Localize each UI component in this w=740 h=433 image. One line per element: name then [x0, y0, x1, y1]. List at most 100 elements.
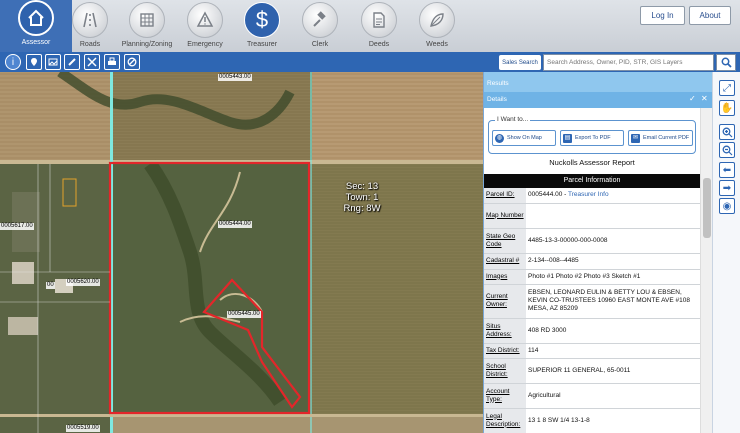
row-value: Agricultural: [526, 383, 700, 409]
row-key: Parcel ID:: [484, 188, 526, 204]
row-value: [526, 203, 700, 229]
document-icon: [361, 2, 397, 38]
show-on-map-button[interactable]: ◍ Show On Map: [492, 130, 556, 146]
pdf-icon: ▤: [563, 133, 572, 143]
map-toolbar: i Sales Search: [0, 52, 740, 72]
nav-weeds[interactable]: Weeds: [401, 2, 473, 52]
sales-search-button[interactable]: Sales Search: [499, 55, 541, 70]
grid-plan-icon: [129, 2, 165, 38]
row-value: EBSEN, LEONARD EULIN & BETTY LOU & EBSEN…: [526, 284, 700, 319]
road-icon: [72, 2, 108, 38]
i-want-to-box: I Want to... ◍ Show On Map ▤ Export To P…: [488, 116, 696, 154]
row-key: Current Owner:: [484, 284, 526, 319]
section-text: Sec: 13: [345, 181, 379, 192]
parcel-label[interactable]: 00: [46, 282, 55, 289]
row-key: Cadastral #: [484, 253, 526, 270]
home-icon: [18, 0, 54, 36]
button-label: Show On Map: [507, 135, 542, 141]
table-row: Account Type: Agricultural: [484, 383, 700, 409]
table-row: Current Owner: EBSEN, LEONARD EULIN & BE…: [484, 284, 700, 319]
images-links[interactable]: Photo #1 Photo #2 Photo #3 Sketch #1: [526, 269, 700, 285]
row-value: SUPERIOR 11 GENERAL, 65-0011: [526, 358, 700, 384]
parcel-label[interactable]: 0005620.00: [66, 279, 100, 286]
row-key: Account Type:: [484, 383, 526, 409]
warning-icon: [187, 2, 223, 38]
parcel-id-value: 0005444.00 -: [528, 191, 567, 199]
parcel-label[interactable]: 0005519.00: [66, 425, 100, 432]
parcel-table: Parcel ID: 0005444.00 - Treasurer Info M…: [484, 188, 700, 433]
row-value: 114: [526, 343, 700, 359]
export-pdf-button[interactable]: ▤ Export To PDF: [560, 130, 624, 146]
parcel-label[interactable]: 0005443.00: [218, 74, 252, 81]
results-header[interactable]: Results: [484, 72, 712, 92]
about-button[interactable]: About: [689, 6, 731, 25]
search-input[interactable]: [543, 54, 714, 71]
parcel-label[interactable]: 0005445.00: [227, 311, 261, 318]
section-township-range-label: Sec: 13 Town: 1 Rng: 8W: [338, 181, 386, 214]
report-title: Nuckolls Assessor Report: [549, 158, 635, 167]
button-label: Email Current PDF: [643, 135, 690, 141]
zoom-out-icon[interactable]: [719, 142, 735, 158]
previous-extent-icon[interactable]: ⬅: [719, 162, 735, 178]
zoom-in-icon[interactable]: [719, 124, 735, 140]
table-row: School District: SUPERIOR 11 GENERAL, 65…: [484, 358, 700, 384]
image-icon[interactable]: [45, 54, 61, 70]
leaf-icon: [419, 2, 455, 38]
township-text: Town: 1: [345, 192, 379, 203]
details-header: Details ✓ ✕: [484, 92, 712, 108]
pan-hand-icon[interactable]: ✋: [719, 100, 735, 116]
close-icon[interactable]: ✕: [701, 94, 708, 103]
row-key: Map Number: [484, 203, 526, 229]
locate-icon[interactable]: ◉: [719, 198, 735, 214]
button-label: Export To PDF: [575, 135, 611, 141]
nav-label: Weeds: [426, 41, 448, 48]
parcel-label[interactable]: 0005444.00: [218, 221, 252, 228]
table-row: Legal Description: 13 1 8 SW 1/4 13-1-8: [484, 408, 700, 433]
row-value: 13 1 8 SW 1/4 13-1-8: [526, 408, 700, 433]
draw-pencil-icon[interactable]: [64, 54, 80, 70]
row-key: Situs Address:: [484, 318, 526, 344]
details-title: Details: [487, 96, 507, 103]
scrollbar-thumb[interactable]: [703, 178, 711, 238]
email-icon: ✉: [631, 133, 640, 143]
dollar-icon: $: [244, 2, 280, 38]
range-text: Rng: 8W: [343, 203, 381, 214]
parcel-information-header: Parcel Information: [484, 174, 700, 188]
table-row: Cadastral # 2-134--008--4485: [484, 253, 700, 270]
treasurer-info-link[interactable]: Treasurer Info: [568, 191, 609, 198]
aerial-map[interactable]: 0005443.00 0005444.00 0005445.00 0005617…: [0, 72, 483, 433]
print-icon[interactable]: [104, 54, 120, 70]
map-tool-rail: ⤢ ✋ ⬅ ➡ ◉: [712, 72, 740, 433]
measure-tools-icon[interactable]: [84, 54, 100, 70]
row-key: Legal Description:: [484, 408, 526, 433]
full-extent-icon[interactable]: ⤢: [719, 80, 735, 96]
details-panel: Results Details ✓ ✕ I Want to... ◍ Show …: [483, 72, 713, 433]
login-button[interactable]: Log In: [640, 6, 685, 25]
next-extent-icon[interactable]: ➡: [719, 180, 735, 196]
search-icon[interactable]: [716, 54, 736, 71]
table-row: State Geo Code 4485-13-3-00000-000-0008: [484, 228, 700, 254]
parcel-label[interactable]: 0005617.00: [0, 223, 34, 230]
row-key: School District:: [484, 358, 526, 384]
row-value: 0005444.00 - Treasurer Info: [526, 188, 700, 204]
gavel-icon: [302, 2, 338, 38]
table-row: Map Number: [484, 203, 700, 229]
globe-icon: ◍: [495, 133, 504, 143]
table-row: Parcel ID: 0005444.00 - Treasurer Info: [484, 188, 700, 204]
table-row: Situs Address: 408 RD 3000: [484, 318, 700, 344]
top-navigation: Assessor Roads Planning/Zoning Emergency…: [0, 0, 740, 52]
row-value: 408 RD 3000: [526, 318, 700, 344]
clear-icon[interactable]: [124, 54, 140, 70]
row-value: 2-134--008--4485: [526, 253, 700, 270]
info-icon[interactable]: i: [5, 54, 21, 70]
row-key: State Geo Code: [484, 228, 526, 254]
aerial-imagery: [0, 72, 483, 433]
row-key: Tax District:: [484, 343, 526, 359]
email-pdf-button[interactable]: ✉ Email Current PDF: [628, 130, 693, 146]
row-value: 4485-13-3-00000-000-0008: [526, 228, 700, 254]
row-key: Images: [484, 269, 526, 285]
identify-pin-icon[interactable]: [26, 54, 42, 70]
collapse-icon[interactable]: ✓: [689, 94, 696, 103]
table-row: Tax District: 114: [484, 343, 700, 359]
table-row: Images Photo #1 Photo #2 Photo #3 Sketch…: [484, 269, 700, 285]
